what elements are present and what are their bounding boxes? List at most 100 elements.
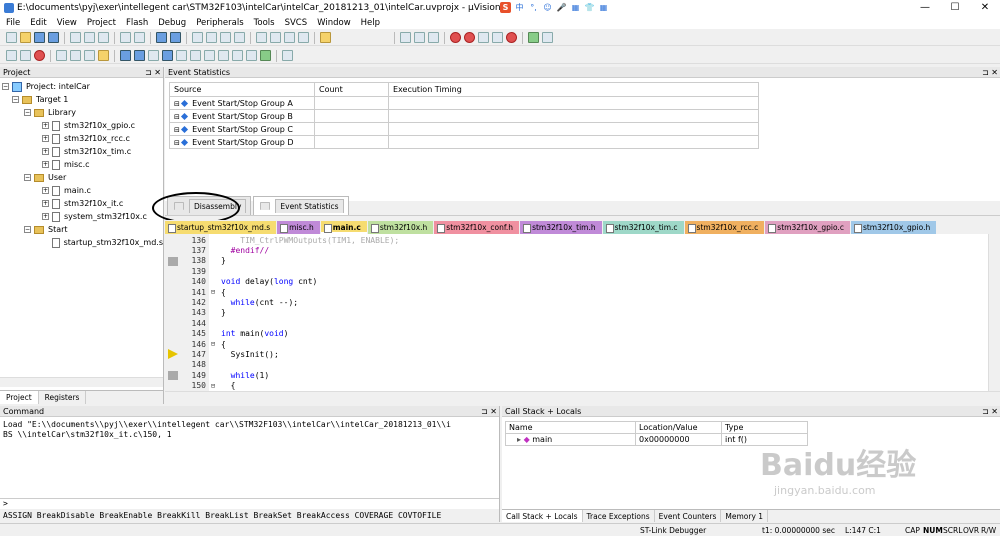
code-line[interactable]: 143} — [165, 308, 995, 318]
col-execution-timing[interactable]: Execution Timing — [388, 82, 759, 97]
indent-icon[interactable] — [256, 32, 267, 43]
menu-svcs[interactable]: SVCS — [285, 18, 308, 28]
file-tab[interactable]: stm32f10x_conf.h — [434, 221, 520, 234]
find-in-files-icon[interactable] — [320, 32, 331, 43]
file-tab[interactable]: stm32f10x_gpio.c — [765, 221, 850, 234]
tree-file[interactable]: + stm32f10x_it.c — [2, 197, 163, 210]
code-line[interactable]: 148 — [165, 360, 995, 370]
ime-mic-icon[interactable]: 🎤 — [556, 2, 567, 13]
tree-file[interactable]: startup_stm32f10x_md.s — [2, 236, 163, 249]
bookmark-icon[interactable] — [192, 32, 203, 43]
file-tab[interactable]: stm32f10x_gpio.h — [850, 221, 937, 234]
file-tab[interactable]: startup_stm32f10x_md.s — [165, 221, 277, 234]
menu-project[interactable]: Project — [87, 18, 116, 28]
code-line[interactable]: 142 while(cnt --); — [165, 297, 995, 307]
breakpoint-icon[interactable] — [464, 32, 475, 43]
tree-root[interactable]: − Project: intelCar — [2, 80, 163, 93]
serial-window-icon[interactable] — [218, 50, 229, 61]
manage-icon[interactable] — [414, 32, 425, 43]
toolbox-icon[interactable] — [282, 50, 293, 61]
pin-icon[interactable]: ⊐ ✕ — [982, 67, 998, 78]
col-source[interactable]: Source — [169, 82, 315, 97]
unindent-icon[interactable] — [270, 32, 281, 43]
step-out-icon[interactable] — [84, 50, 95, 61]
cut-icon[interactable] — [70, 32, 81, 43]
ime-toolbar[interactable]: S 中 °, ☺ 🎤 ▦ 👕 ▦ — [500, 2, 609, 13]
ime-punct-icon[interactable]: °, — [528, 2, 539, 13]
ime-emoji-icon[interactable]: ☺ — [542, 2, 553, 13]
uncomment-icon[interactable] — [298, 32, 309, 43]
menu-tools[interactable]: Tools — [254, 18, 275, 28]
file-tab[interactable]: main.c — [320, 221, 367, 234]
ime-chinese-icon[interactable]: 中 — [514, 2, 525, 13]
new-file-icon[interactable] — [6, 32, 17, 43]
tree-target[interactable]: − Target 1 — [2, 93, 163, 106]
run-to-cursor-icon[interactable] — [98, 50, 109, 61]
target-options-icon[interactable] — [400, 32, 411, 43]
code-line[interactable]: 137 #endif// — [165, 245, 995, 255]
tab-call-stack[interactable]: Call Stack + Locals — [502, 510, 583, 522]
code-line[interactable]: 144 — [165, 318, 995, 328]
tree-file[interactable]: + stm32f10x_tim.c — [2, 145, 163, 158]
table-row[interactable]: ⊟ Event Start/Stop Group D — [169, 135, 759, 149]
pin-icon[interactable]: ⊐ ✕ — [481, 406, 497, 417]
prev-bookmark-icon[interactable] — [206, 32, 217, 43]
project-hscroll[interactable] — [0, 377, 163, 387]
symbols-window-icon[interactable] — [148, 50, 159, 61]
table-row[interactable]: ⊟ Event Start/Stop Group C — [169, 122, 759, 136]
fold-marker[interactable]: ⊟ — [209, 288, 217, 296]
paste-icon[interactable] — [98, 32, 109, 43]
tab-trace-exceptions[interactable]: Trace Exceptions — [583, 510, 655, 522]
menu-help[interactable]: Help — [361, 18, 380, 28]
close-button[interactable]: ✕ — [970, 0, 1000, 16]
system-viewer-icon[interactable] — [260, 50, 271, 61]
debug-session-icon[interactable] — [450, 32, 461, 43]
minimize-button[interactable]: — — [910, 0, 940, 16]
code-line[interactable]: 147 SysInit(); — [165, 349, 995, 359]
fold-marker[interactable]: ⊟ — [209, 340, 217, 348]
code-line[interactable]: 140 void delay(long cnt) — [165, 277, 995, 287]
maximize-button[interactable]: ☐ — [940, 0, 970, 16]
tree-file[interactable]: + stm32f10x_rcc.c — [2, 132, 163, 145]
tree-group-start[interactable]: − Start — [2, 223, 163, 236]
col-name[interactable]: Name — [505, 421, 636, 434]
save-icon[interactable] — [34, 32, 45, 43]
fold-marker[interactable]: ⊟ — [209, 382, 217, 390]
ime-grid-icon[interactable]: ▦ — [598, 2, 609, 13]
forward-icon[interactable] — [170, 32, 181, 43]
redo-icon[interactable] — [134, 32, 145, 43]
code-line[interactable]: 146 ⊟ { — [165, 339, 995, 349]
registers-window-icon[interactable] — [162, 50, 173, 61]
code-line[interactable]: 149 while(1) — [165, 370, 995, 380]
command-window-icon[interactable] — [120, 50, 131, 61]
table-row[interactable]: ⊟ Event Start/Stop Group A — [169, 96, 759, 110]
tree-group-library[interactable]: − Library — [2, 106, 163, 119]
copy-icon[interactable] — [84, 32, 95, 43]
editor-hscroll[interactable] — [165, 391, 1000, 403]
analysis-window-icon[interactable] — [232, 50, 243, 61]
back-icon[interactable] — [156, 32, 167, 43]
stop-icon[interactable] — [34, 50, 45, 61]
clear-bookmarks-icon[interactable] — [234, 32, 245, 43]
window-layout-icon[interactable] — [528, 32, 539, 43]
menu-flash[interactable]: Flash — [126, 18, 148, 28]
configure-icon[interactable] — [542, 32, 553, 43]
col-type[interactable]: Type — [721, 421, 808, 434]
menu-window[interactable]: Window — [317, 18, 351, 28]
file-tab[interactable]: stm32f10x_tim.c — [602, 221, 684, 234]
menu-edit[interactable]: Edit — [30, 18, 46, 28]
code-line[interactable]: 136 TIM_CtrlPWMOutputs(TIM1, ENABLE); — [165, 235, 995, 245]
tab-event-counters[interactable]: Event Counters — [655, 510, 722, 522]
disable-all-icon[interactable] — [492, 32, 503, 43]
code-line[interactable]: 138} — [165, 256, 995, 266]
ime-skin-icon[interactable]: 👕 — [584, 2, 595, 13]
file-tab[interactable]: stm32f10x_rcc.c — [684, 221, 765, 234]
disassembly-window-icon[interactable] — [134, 50, 145, 61]
pin-icon[interactable]: ⊐ ✕ — [145, 67, 161, 78]
pack-icon[interactable] — [428, 32, 439, 43]
reset-icon[interactable] — [6, 50, 17, 61]
watch-window-icon[interactable] — [190, 50, 201, 61]
menu-debug[interactable]: Debug — [158, 18, 186, 28]
file-tab[interactable]: stm32f10x_tim.h — [520, 221, 602, 234]
kill-breakpoints-icon[interactable] — [506, 32, 517, 43]
